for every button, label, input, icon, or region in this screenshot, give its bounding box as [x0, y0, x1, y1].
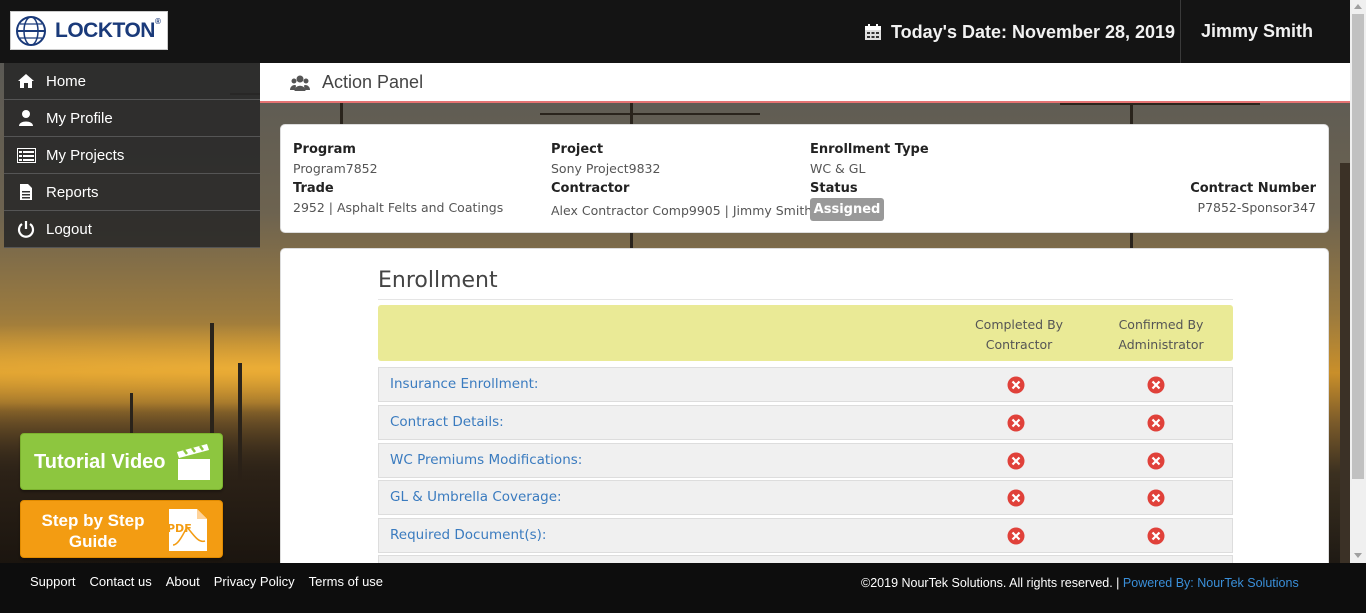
contract-number-value: P7852-Sponsor347 [1197, 200, 1316, 215]
trade-label: Trade [293, 181, 334, 196]
sidebar-item-reports[interactable]: Reports [4, 174, 260, 211]
contractor-label: Contractor [551, 181, 630, 196]
sidebar-item-my-projects[interactable]: My Projects [4, 137, 260, 174]
step-by-step-guide-label: Step by Step Guide [41, 511, 145, 551]
wc-premiums-modifications-link[interactable]: WC Premiums Modifications: [390, 452, 582, 468]
date-text: Today's Date: November 28, 2019 [891, 21, 1176, 42]
table-row: GL & Umbrella Coverage: [378, 480, 1233, 515]
column-confirmed-by-administrator: Confirmed By Administrator [1118, 317, 1204, 352]
incomplete-x-icon [1147, 452, 1165, 470]
enrollment-title: Enrollment [378, 268, 498, 293]
incomplete-x-icon [1007, 527, 1025, 545]
incomplete-x-icon [1147, 489, 1165, 507]
footer-links: Support Contact us About Privacy Policy … [30, 574, 383, 589]
gl-umbrella-coverage-link[interactable]: GL & Umbrella Coverage: [390, 489, 562, 505]
project-info-card: Program Program7852 Trade 2952 | Asphalt… [280, 124, 1329, 233]
pdf-icon-text: PDF [167, 522, 192, 535]
users-icon [290, 75, 310, 91]
incomplete-x-icon [1147, 414, 1165, 432]
contract-number-label: Contract Number [1190, 181, 1316, 196]
enrollment-type-value: WC & GL [810, 161, 866, 176]
divider [378, 299, 1233, 300]
sidebar-item-home[interactable]: Home [4, 63, 260, 100]
trade-value: 2952 | Asphalt Felts and Coatings [293, 200, 504, 215]
globe-icon [16, 16, 46, 46]
project-value: Sony Project9832 [551, 161, 661, 176]
tutorial-video-label: Tutorial Video [34, 451, 166, 473]
header-divider [1180, 0, 1181, 63]
footer-link-about[interactable]: About [166, 574, 200, 589]
powered-by-link[interactable]: Powered By: NourTek Solutions [1123, 576, 1299, 590]
sidebar-item-my-profile[interactable]: My Profile [4, 100, 260, 137]
sidebar-item-label: My Profile [46, 109, 113, 127]
contract-details-link[interactable]: Contract Details: [390, 414, 504, 430]
home-icon [16, 72, 36, 90]
table-row: Contract Details: [378, 405, 1233, 440]
enrollment-type-label: Enrollment Type [810, 142, 929, 157]
table-row: Required Document(s): [378, 518, 1233, 553]
scroll-down-arrow-icon[interactable] [1354, 553, 1362, 558]
incomplete-x-icon [1007, 376, 1025, 394]
footer-link-support[interactable]: Support [30, 574, 76, 589]
project-label: Project [551, 142, 604, 157]
step-by-step-guide-button[interactable]: Step by Step Guide PDF [20, 500, 223, 558]
table-row: Insurance Enrollment: [378, 367, 1233, 402]
incomplete-x-icon [1007, 452, 1025, 470]
program-label: Program [293, 142, 356, 157]
incomplete-x-icon [1147, 376, 1165, 394]
calendar-icon [865, 24, 881, 40]
sidebar-nav: Home My Profile My Projects Reports Logo… [4, 63, 260, 248]
logo-text: LOCKTON® [55, 17, 161, 42]
sidebar-item-logout[interactable]: Logout [4, 211, 260, 248]
program-value: Program7852 [293, 161, 378, 176]
copyright-text: ©2019 NourTek Solutions. All rights rese… [861, 576, 1120, 590]
sidebar-item-label: Reports [46, 183, 99, 201]
table-row: WC Premiums Modifications: [378, 443, 1233, 478]
user-name-menu[interactable]: Jimmy Smith [1201, 21, 1313, 42]
lockton-logo[interactable]: LOCKTON® [10, 11, 168, 50]
footer-link-privacy-policy[interactable]: Privacy Policy [214, 574, 295, 589]
scroll-thumb[interactable] [1352, 14, 1364, 479]
status-badge: Assigned [810, 198, 884, 221]
top-header: LOCKTON® Today's Date: November 28, 2019… [0, 0, 1350, 63]
incomplete-x-icon [1007, 414, 1025, 432]
sidebar-item-label: Home [46, 72, 87, 90]
action-panel-bar: Action Panel [260, 63, 1350, 103]
vertical-scrollbar[interactable] [1350, 0, 1366, 563]
action-panel-title: Action Panel [322, 72, 424, 92]
document-icon [16, 183, 36, 201]
sidebar-item-label: My Projects [46, 146, 125, 164]
enrollment-card: Enrollment Completed By Contractor Confi… [280, 248, 1329, 568]
incomplete-x-icon [1147, 527, 1165, 545]
clapperboard-icon [177, 444, 210, 480]
user-icon [16, 109, 36, 127]
footer-link-terms-of-use[interactable]: Terms of use [309, 574, 383, 589]
todays-date: Today's Date: November 28, 2019 [864, 20, 1175, 44]
insurance-enrollment-link[interactable]: Insurance Enrollment: [390, 376, 538, 392]
status-label: Status [810, 181, 858, 196]
required-documents-link[interactable]: Required Document(s): [390, 527, 546, 543]
sidebar-item-label: Logout [46, 220, 92, 238]
power-icon [16, 220, 36, 238]
incomplete-x-icon [1007, 489, 1025, 507]
enrollment-table-header: Completed By Contractor Confirmed By Adm… [378, 305, 1233, 361]
contractor-value: Alex Contractor Comp9905 | Jimmy Smith [551, 203, 813, 218]
column-completed-by-contractor: Completed By Contractor [974, 317, 1064, 352]
scroll-up-arrow-icon[interactable] [1354, 4, 1362, 9]
list-icon [16, 146, 36, 164]
tutorial-video-button[interactable]: Tutorial Video [20, 433, 223, 490]
footer-link-contact-us[interactable]: Contact us [90, 574, 152, 589]
copyright: ©2019 NourTek Solutions. All rights rese… [861, 576, 1299, 590]
footer: Support Contact us About Privacy Policy … [0, 563, 1366, 613]
